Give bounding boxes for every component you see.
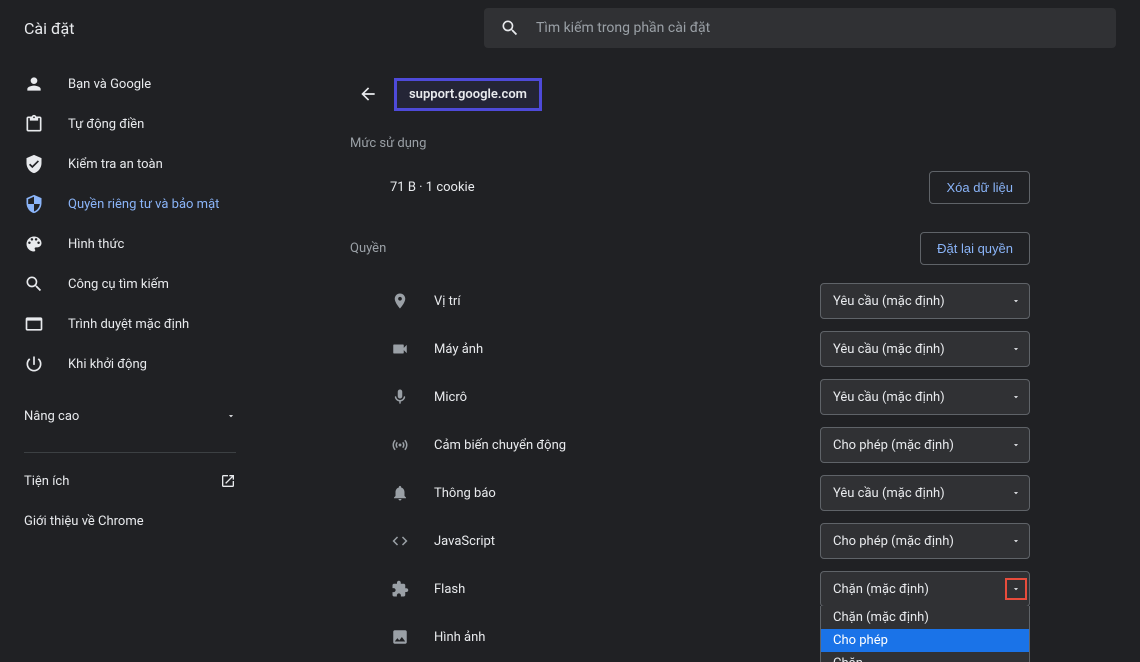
sidebar-item-label: Trình duyệt mặc định xyxy=(68,317,189,332)
permissions-section-title: Quyền xyxy=(350,241,386,256)
caret-down-icon xyxy=(1011,344,1021,354)
permission-row-location: Vị trí Yêu cầu (mặc định) xyxy=(350,277,1030,325)
permission-select-notifications[interactable]: Yêu cầu (mặc định) xyxy=(820,475,1030,511)
sidebar-item-label: Công cụ tìm kiếm xyxy=(68,277,169,292)
search-icon xyxy=(500,18,520,38)
permission-select-flash[interactable]: Chặn (mặc định) Chặn (mặc định) Cho phép… xyxy=(820,571,1030,607)
sidebar-item-label: Bạn và Google xyxy=(68,77,151,92)
flash-dropdown: Chặn (mặc định) Cho phép Chặn xyxy=(820,606,1030,662)
clear-data-button[interactable]: Xóa dữ liệu xyxy=(929,171,1030,204)
permission-row-javascript: JavaScript Cho phép (mặc định) xyxy=(350,517,1030,565)
permission-label: Máy ảnh xyxy=(434,342,483,357)
caret-down-icon xyxy=(1011,440,1021,450)
sidebar-item-label: Tự động điền xyxy=(68,117,144,132)
dropdown-option[interactable]: Cho phép xyxy=(821,629,1029,652)
caret-down-icon xyxy=(226,411,236,421)
search-bar[interactable]: Tìm kiếm trong phần cài đặt xyxy=(484,8,1116,48)
power-icon xyxy=(24,354,44,374)
clipboard-icon xyxy=(24,114,44,134)
search-placeholder: Tìm kiếm trong phần cài đặt xyxy=(536,20,710,36)
sidebar-advanced-label: Nâng cao xyxy=(24,409,79,424)
sidebar-item-search-engine[interactable]: Công cụ tìm kiếm xyxy=(0,264,260,304)
sidebar-item-privacy[interactable]: Quyền riêng tư và bảo mật xyxy=(0,184,260,224)
browser-icon xyxy=(24,314,44,334)
sidebar-item-default-browser[interactable]: Trình duyệt mặc định xyxy=(0,304,260,344)
dropdown-option[interactable]: Chặn (mặc định) xyxy=(821,606,1029,629)
sidebar-extensions-label: Tiện ích xyxy=(24,474,69,489)
caret-down-icon xyxy=(1011,584,1021,594)
caret-down-icon xyxy=(1011,536,1021,546)
site-name: support.google.com xyxy=(394,78,542,111)
image-icon xyxy=(390,627,410,647)
sidebar-item-label: Quyền riêng tư và bảo mật xyxy=(68,197,219,212)
caret-down-icon xyxy=(1011,296,1021,306)
person-icon xyxy=(24,74,44,94)
permission-row-notifications: Thông báo Yêu cầu (mặc định) xyxy=(350,469,1030,517)
sidebar-item-label: Khi khởi động xyxy=(68,357,147,372)
code-icon xyxy=(390,531,410,551)
permission-select-location[interactable]: Yêu cầu (mặc định) xyxy=(820,283,1030,319)
permission-label: JavaScript xyxy=(434,534,495,549)
sidebar-item-label: Kiểm tra an toàn xyxy=(68,157,163,172)
shield-check-icon xyxy=(24,154,44,174)
permission-label: Thông báo xyxy=(434,486,496,501)
permission-label: Hình ảnh xyxy=(434,630,485,645)
arrow-left-icon xyxy=(358,84,378,104)
permission-row-mic: Micrô Yêu cầu (mặc định) xyxy=(350,373,1030,421)
permission-select-camera[interactable]: Yêu cầu (mặc định) xyxy=(820,331,1030,367)
dropdown-option[interactable]: Chặn xyxy=(821,652,1029,662)
permission-label: Vị trí xyxy=(434,294,461,309)
permission-select-mic[interactable]: Yêu cầu (mặc định) xyxy=(820,379,1030,415)
divider xyxy=(24,452,236,453)
settings-title: Cài đặt xyxy=(24,19,444,38)
sidebar-item-appearance[interactable]: Hình thức xyxy=(0,224,260,264)
sensors-icon xyxy=(390,435,410,455)
permission-select-javascript[interactable]: Cho phép (mặc định) xyxy=(820,523,1030,559)
caret-down-icon xyxy=(1011,392,1021,402)
permission-row-camera: Máy ảnh Yêu cầu (mặc định) xyxy=(350,325,1030,373)
permission-label: Flash xyxy=(434,582,465,597)
shield-icon xyxy=(24,194,44,214)
caret-down-icon xyxy=(1011,488,1021,498)
permission-row-motion: Cảm biến chuyển động Cho phép (mặc định) xyxy=(350,421,1030,469)
camera-icon xyxy=(390,339,410,359)
extension-icon xyxy=(390,579,410,599)
sidebar-advanced[interactable]: Nâng cao xyxy=(0,396,260,436)
back-button[interactable] xyxy=(350,76,386,112)
sidebar-about-label: Giới thiệu về Chrome xyxy=(24,514,144,529)
permission-label: Cảm biến chuyển động xyxy=(434,438,566,453)
sidebar-item-autofill[interactable]: Tự động điền xyxy=(0,104,260,144)
usage-text: 71 B · 1 cookie xyxy=(350,180,475,195)
location-icon xyxy=(390,291,410,311)
sidebar-extensions[interactable]: Tiện ích xyxy=(0,461,260,501)
usage-section-title: Mức sử dụng xyxy=(350,136,1030,151)
reset-permissions-button[interactable]: Đặt lại quyền xyxy=(920,232,1030,265)
bell-icon xyxy=(390,483,410,503)
permission-label: Micrô xyxy=(434,390,467,405)
sidebar-item-safety-check[interactable]: Kiểm tra an toàn xyxy=(0,144,260,184)
sidebar: Bạn và Google Tự động điền Kiểm tra an t… xyxy=(0,56,260,662)
palette-icon xyxy=(24,234,44,254)
sidebar-item-you-and-google[interactable]: Bạn và Google xyxy=(0,64,260,104)
sidebar-about[interactable]: Giới thiệu về Chrome xyxy=(0,501,260,541)
permission-select-motion[interactable]: Cho phép (mặc định) xyxy=(820,427,1030,463)
mic-icon xyxy=(390,387,410,407)
search-icon xyxy=(24,274,44,294)
sidebar-item-label: Hình thức xyxy=(68,237,124,252)
permission-row-flash: Flash Chặn (mặc định) Chặn (mặc định) Ch… xyxy=(350,565,1030,613)
sidebar-item-on-startup[interactable]: Khi khởi động xyxy=(0,344,260,384)
external-link-icon xyxy=(220,473,236,489)
